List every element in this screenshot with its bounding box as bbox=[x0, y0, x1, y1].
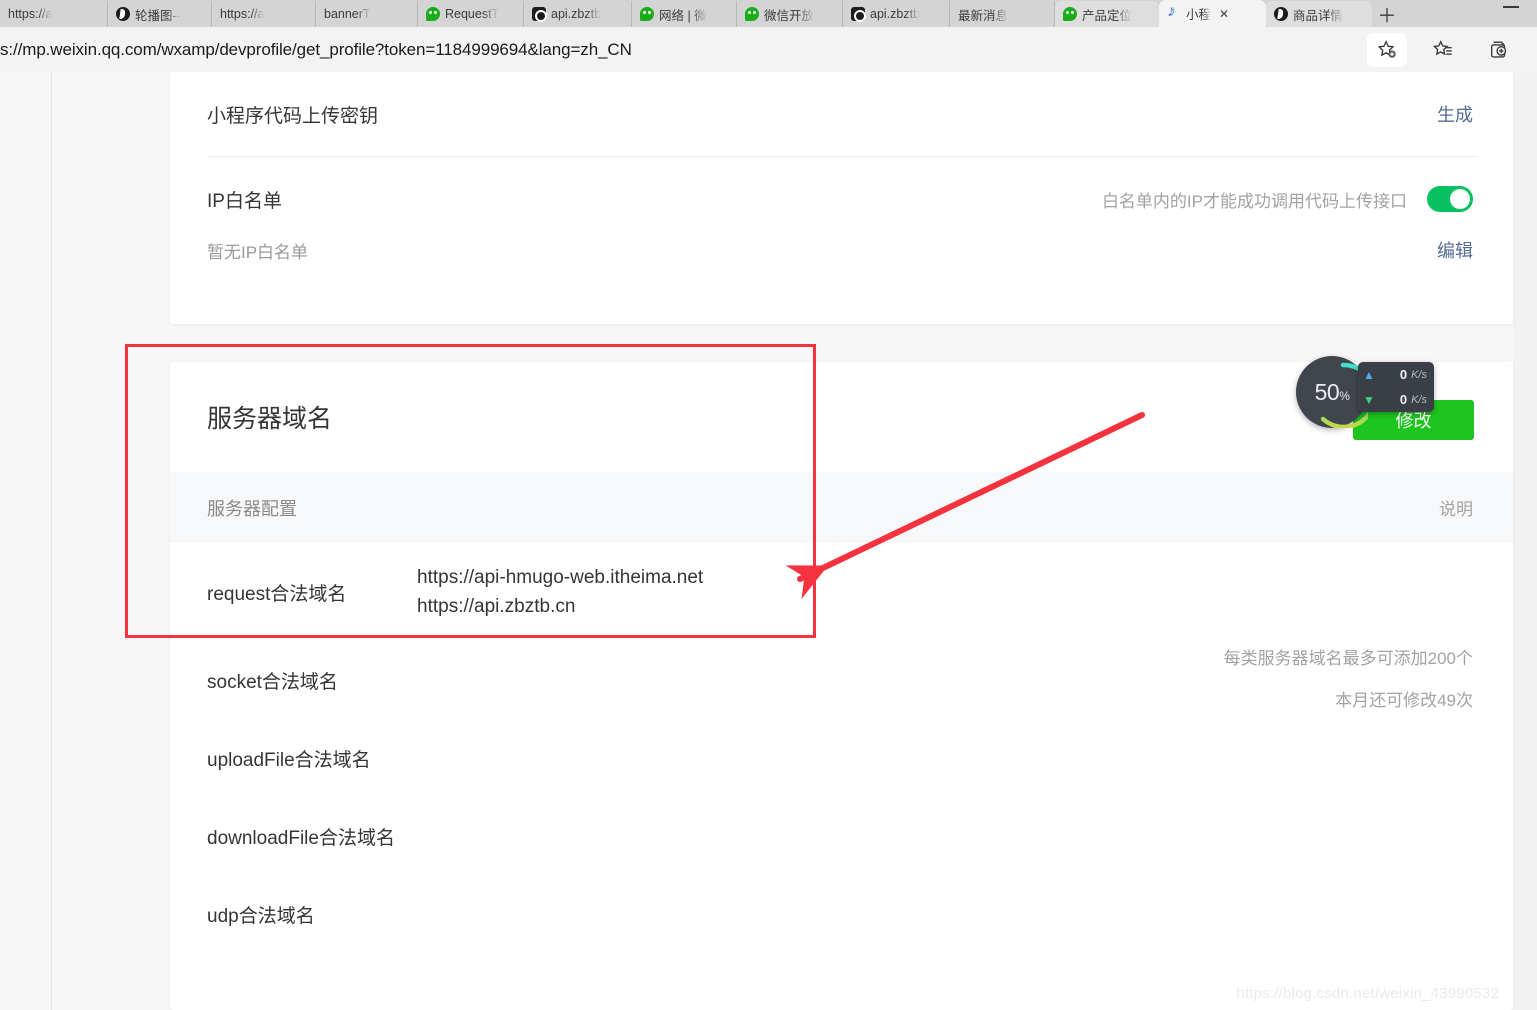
browser-tab[interactable]: 微信开放 bbox=[737, 1, 843, 27]
dark-circle-icon bbox=[116, 7, 130, 21]
domain-row-downloadfile: downloadFile合法域名 bbox=[170, 797, 1513, 875]
upload-speed-unit: K/s bbox=[1411, 369, 1427, 381]
domain-row-label: uploadFile合法域名 bbox=[207, 745, 371, 772]
download-speed-value: 0 bbox=[1400, 392, 1407, 407]
address-bar: s://mp.weixin.qq.com/wxamp/devprofile/ge… bbox=[0, 27, 1537, 72]
tab-label: api.zbztb bbox=[870, 7, 920, 21]
gear-icon bbox=[532, 7, 546, 21]
speed-readout: ▲ 0 K/s ▼ 0 K/s bbox=[1358, 362, 1434, 412]
url-text: s://mp.weixin.qq.com/wxamp/devprofile/ge… bbox=[0, 40, 632, 60]
dark-circle-icon bbox=[1274, 7, 1288, 21]
domain-row-uploadfile: uploadFile合法域名 bbox=[170, 719, 1513, 797]
domain-row-label: socket合法域名 bbox=[207, 667, 417, 694]
tab-strip: https://a 轮播图-- https://a bannerT Reques… bbox=[0, 0, 1537, 27]
tab-label: https://a bbox=[220, 7, 264, 21]
browser-tab[interactable]: https://a bbox=[212, 1, 316, 27]
browser-tab[interactable]: api.zbztb bbox=[843, 1, 950, 27]
domain-row-label: downloadFile合法域名 bbox=[207, 823, 395, 850]
ip-whitelist-empty-row: 暂无IP白名单 编辑 bbox=[170, 227, 1513, 273]
gauge-percent-number: 50 bbox=[1315, 379, 1340, 405]
browser-tab[interactable]: https://a bbox=[0, 1, 108, 27]
server-config-help-link[interactable]: 说明 bbox=[1439, 495, 1473, 520]
browser-tab-active[interactable]: 小程 ✕ bbox=[1159, 0, 1266, 27]
tab-label: bannerT bbox=[324, 7, 371, 21]
tab-label: 轮播图-- bbox=[135, 5, 181, 24]
watermark: https://blog.csdn.net/weixin_43990532 bbox=[1236, 985, 1499, 1002]
tab-label: 微信开放 bbox=[764, 5, 814, 24]
favorites-icon bbox=[1432, 39, 1454, 61]
browser-tab[interactable]: 产品定位 bbox=[1055, 1, 1159, 27]
tab-label: 最新消息 bbox=[958, 5, 1008, 24]
upload-key-label: 小程序代码上传密钥 bbox=[207, 101, 378, 128]
domain-limit-note: 每类服务器域名最多可添加200个 bbox=[1224, 649, 1473, 668]
music-note-icon bbox=[1167, 7, 1181, 21]
tab-label: 小程 bbox=[1186, 4, 1211, 23]
domain-row-request: request合法域名 https://api-hmugo-web.itheim… bbox=[170, 543, 1513, 641]
domain-row-values: https://api-hmugo-web.itheima.net https:… bbox=[417, 563, 703, 621]
window-minimize-button[interactable] bbox=[1503, 6, 1519, 8]
tab-label: api.zbztb bbox=[551, 7, 601, 21]
browser-tab[interactable]: 轮播图-- bbox=[108, 1, 212, 27]
add-favorite-icon bbox=[1376, 39, 1398, 61]
server-domain-card: 服务器域名 服务器配置 说明 request合法域名 https://api-h… bbox=[170, 362, 1513, 1010]
close-icon[interactable]: ✕ bbox=[1219, 7, 1229, 21]
wechat-icon bbox=[745, 7, 759, 21]
upload-key-row: 小程序代码上传密钥 生成 bbox=[170, 72, 1513, 156]
upload-speed-value: 0 bbox=[1400, 367, 1407, 382]
browser-tab[interactable]: api.zbztb bbox=[524, 1, 632, 27]
download-speed-unit: K/s bbox=[1411, 394, 1427, 406]
browser-window: https://a 轮播图-- https://a bannerT Reques… bbox=[0, 0, 1537, 1010]
gauge-value: 50% bbox=[1315, 379, 1350, 406]
browser-tab[interactable]: 商品详情 bbox=[1266, 1, 1372, 27]
upload-speed-row: ▲ 0 K/s bbox=[1358, 362, 1434, 387]
page-title: 服务器域名 bbox=[207, 399, 332, 435]
edit-whitelist-link[interactable]: 编辑 bbox=[1437, 237, 1473, 263]
tab-label: 商品详情 bbox=[1293, 5, 1343, 24]
left-rail bbox=[0, 72, 52, 1010]
collections-icon bbox=[1488, 39, 1510, 61]
tab-label: RequestT bbox=[445, 7, 499, 21]
tab-label: 产品定位 bbox=[1082, 5, 1132, 24]
gear-icon bbox=[851, 7, 865, 21]
tab-label: 网络 | 微 bbox=[659, 5, 707, 24]
wechat-icon bbox=[426, 7, 440, 21]
favorites-button[interactable] bbox=[1423, 33, 1463, 67]
page-content: 小程序代码上传密钥 生成 IP白名单 白名单内的IP才能成功调用代码上传接口 暂… bbox=[0, 72, 1537, 1010]
developer-settings-card: 小程序代码上传密钥 生成 IP白名单 白名单内的IP才能成功调用代码上传接口 暂… bbox=[170, 72, 1513, 324]
domain-row-label: request合法域名 bbox=[207, 579, 417, 606]
domain-value: https://api.zbztb.cn bbox=[417, 596, 575, 617]
new-tab-button[interactable]: ＋ bbox=[1372, 1, 1402, 27]
ip-whitelist-empty-text: 暂无IP白名单 bbox=[207, 238, 308, 263]
server-config-band: 服务器配置 说明 bbox=[170, 472, 1513, 543]
add-favorite-button[interactable] bbox=[1367, 33, 1407, 67]
generate-key-link[interactable]: 生成 bbox=[1437, 101, 1473, 127]
wechat-icon bbox=[640, 7, 654, 21]
browser-tab[interactable]: 网络 | 微 bbox=[632, 1, 737, 27]
content-area: 小程序代码上传密钥 生成 IP白名单 白名单内的IP才能成功调用代码上传接口 暂… bbox=[53, 72, 1513, 1010]
ip-whitelist-label: IP白名单 bbox=[207, 186, 282, 213]
ip-whitelist-toggle[interactable] bbox=[1427, 186, 1473, 212]
ip-whitelist-note: 白名单内的IP才能成功调用代码上传接口 bbox=[1102, 187, 1407, 212]
vertical-scrollbar[interactable] bbox=[1519, 72, 1533, 1010]
domain-row-label: udp合法域名 bbox=[207, 901, 315, 928]
download-speed-row: ▼ 0 K/s bbox=[1358, 387, 1434, 412]
tab-label: https://a bbox=[8, 7, 52, 21]
domain-remaining-note: 本月还可修改49次 bbox=[1335, 691, 1473, 710]
url-input[interactable]: s://mp.weixin.qq.com/wxamp/devprofile/ge… bbox=[0, 34, 1367, 66]
server-config-label: 服务器配置 bbox=[207, 495, 297, 521]
browser-tab[interactable]: RequestT bbox=[418, 1, 524, 27]
domain-row-socket: socket合法域名 每类服务器域名最多可添加200个 本月还可修改49次 bbox=[170, 641, 1513, 719]
wechat-icon bbox=[1063, 7, 1077, 21]
toolbar-right bbox=[1367, 33, 1537, 67]
gauge-percent-symbol: % bbox=[1339, 389, 1349, 403]
browser-tab[interactable]: 最新消息 bbox=[950, 1, 1055, 27]
browser-tab[interactable]: bannerT bbox=[316, 1, 418, 27]
domain-row-udp: udp合法域名 bbox=[170, 875, 1513, 953]
collections-button[interactable] bbox=[1479, 33, 1519, 67]
upload-arrow-icon: ▲ bbox=[1363, 369, 1375, 381]
domain-value: https://api-hmugo-web.itheima.net bbox=[417, 567, 703, 588]
download-arrow-icon: ▼ bbox=[1363, 394, 1375, 406]
